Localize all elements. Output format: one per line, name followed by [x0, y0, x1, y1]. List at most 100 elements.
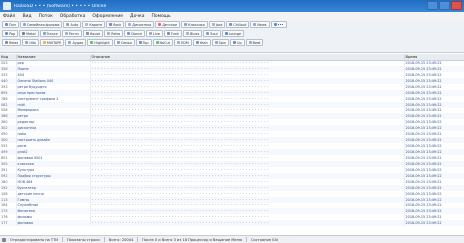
station-button-label: Retro — [111, 31, 121, 36]
station-button-label: Metal — [26, 31, 36, 36]
station-icon — [42, 32, 46, 35]
status-rows-shown: Показаны строки — [66, 237, 100, 242]
menu-item[interactable]: Поток — [39, 14, 53, 19]
station-icon — [66, 23, 70, 26]
status-right: Состояние EAI — [251, 237, 278, 242]
window-title: RadioSD • • • (Softwarx) • • • • • Onlin… — [14, 3, 107, 9]
station-button[interactable]: Карате — [82, 21, 106, 28]
station-button[interactable]: Blues — [183, 30, 203, 37]
maximize-button[interactable] — [439, 1, 450, 10]
minimize-button[interactable] — [427, 1, 438, 10]
station-icon — [253, 23, 257, 26]
station-button[interactable]: Rock — [106, 21, 125, 28]
station-icon — [90, 41, 94, 44]
status-separator — [246, 237, 248, 242]
station-icon — [64, 32, 68, 35]
station-icon — [206, 32, 210, 35]
station-button-label: Yeah — [199, 40, 208, 45]
station-button-label: News — [257, 22, 267, 27]
close-button[interactable] — [451, 1, 462, 10]
status-left: Отредактировано на ТТИ — [10, 237, 58, 242]
station-button[interactable]: Live — [146, 30, 163, 37]
station-button[interactable]: Jazz — [208, 21, 226, 28]
station-button[interactable]: Семья — [113, 39, 135, 46]
station-button-label: Live — [153, 31, 160, 36]
station-button-label: House — [89, 31, 101, 36]
station-button[interactable]: Relax — [2, 39, 22, 46]
row-time: 2018-09-15 23:49:22 — [404, 220, 464, 227]
station-button[interactable]: Trance — [39, 30, 61, 37]
station-button[interactable]: Yeah — [192, 39, 211, 46]
station-button-label: Классика — [188, 22, 205, 27]
row-number: 177 — [0, 220, 17, 227]
station-button[interactable]: Семейная фильма — [19, 21, 63, 28]
station-button[interactable]: Lounge — [221, 30, 245, 37]
station-button[interactable]: Аудио — [65, 39, 87, 46]
menu-item[interactable]: Файл — [3, 14, 15, 19]
station-button[interactable]: Chillout — [226, 21, 250, 28]
menu-item[interactable]: Помощь — [151, 14, 170, 19]
station-button-label: Trance — [46, 31, 58, 36]
station-button[interactable]: Funk — [163, 30, 183, 37]
station-icon — [128, 23, 132, 26]
station-button-label: Highlight — [94, 40, 110, 45]
station-button[interactable]: MIXTAPE — [39, 39, 65, 46]
station-button[interactable]: News — [250, 21, 270, 28]
station-button[interactable]: House — [82, 30, 104, 37]
station-icon — [109, 23, 113, 26]
station-icon — [25, 41, 29, 44]
toolbar-row: Pop Metal Trance Регги House Retro Dance Live Fu… — [0, 30, 464, 38]
station-button[interactable]: Spin — [211, 39, 229, 46]
station-button-label: Семейная фильма — [26, 22, 60, 27]
station-button[interactable]: Поп — [2, 21, 19, 28]
station-button-label: Поп — [9, 22, 16, 27]
station-icon — [233, 41, 236, 44]
station-icon — [68, 41, 72, 44]
station-button-label: Relax — [9, 40, 19, 45]
station-button[interactable]: Metal — [19, 30, 39, 37]
app-icon — [3, 2, 11, 10]
station-button[interactable]: Auto — [63, 21, 82, 28]
station-icon — [85, 32, 89, 35]
station-icon — [42, 41, 46, 44]
station-button[interactable]: Классика — [181, 21, 208, 28]
row-description: • • • • • • • • • • • • • • • • • • • • … — [90, 220, 405, 227]
menu-item[interactable]: Вид — [22, 14, 31, 19]
table-row[interactable]: 177 фоновая • • • • • • • • • • • • • • • … — [0, 220, 464, 227]
station-button[interactable]: Retro — [104, 30, 124, 37]
station-button[interactable]: Beat — [245, 39, 264, 46]
station-button[interactable]: Highlight — [87, 39, 113, 46]
station-button-label: Soul — [210, 31, 218, 36]
station-button-label: Chillout — [233, 22, 247, 27]
station-button-label: Dance — [131, 31, 143, 36]
menu-item[interactable]: Дочка — [130, 14, 144, 19]
station-icon — [214, 41, 218, 44]
station-icon — [107, 32, 111, 35]
menu-item[interactable]: Оформление — [92, 14, 123, 19]
station-icon — [229, 23, 233, 26]
station-button[interactable]: ••• — [270, 21, 287, 28]
station-button[interactable]: NoCut — [152, 39, 173, 46]
menu-item[interactable]: Обработка — [60, 14, 86, 19]
station-button[interactable]: Детское — [155, 21, 181, 28]
station-button[interactable]: Регги — [61, 30, 82, 37]
station-button[interactable]: Дискотека — [125, 21, 155, 28]
station-icon — [127, 32, 131, 35]
station-button[interactable]: Top — [135, 39, 152, 46]
station-icon — [273, 23, 277, 26]
station-icon — [176, 41, 180, 44]
station-button-label: ••• — [277, 22, 284, 27]
station-toolbars: Поп Семейная фильма Auto Карате Rock Дискотек… — [0, 20, 464, 53]
station-icon — [5, 23, 8, 26]
station-button-label: Up — [237, 40, 242, 45]
station-icon — [224, 32, 228, 35]
station-button[interactable]: Pop — [2, 30, 19, 37]
station-button-label: Регги — [68, 31, 79, 36]
station-button[interactable]: Up — [230, 39, 245, 46]
station-button[interactable]: Soul — [203, 30, 221, 37]
station-button-label: Lounge — [228, 31, 242, 36]
status-bar: Отредактировано на ТТИ Показаны строки В… — [0, 235, 464, 243]
station-button[interactable]: Hits — [22, 39, 39, 46]
station-button[interactable]: EDM — [173, 39, 192, 46]
station-button[interactable]: Dance — [124, 30, 146, 37]
